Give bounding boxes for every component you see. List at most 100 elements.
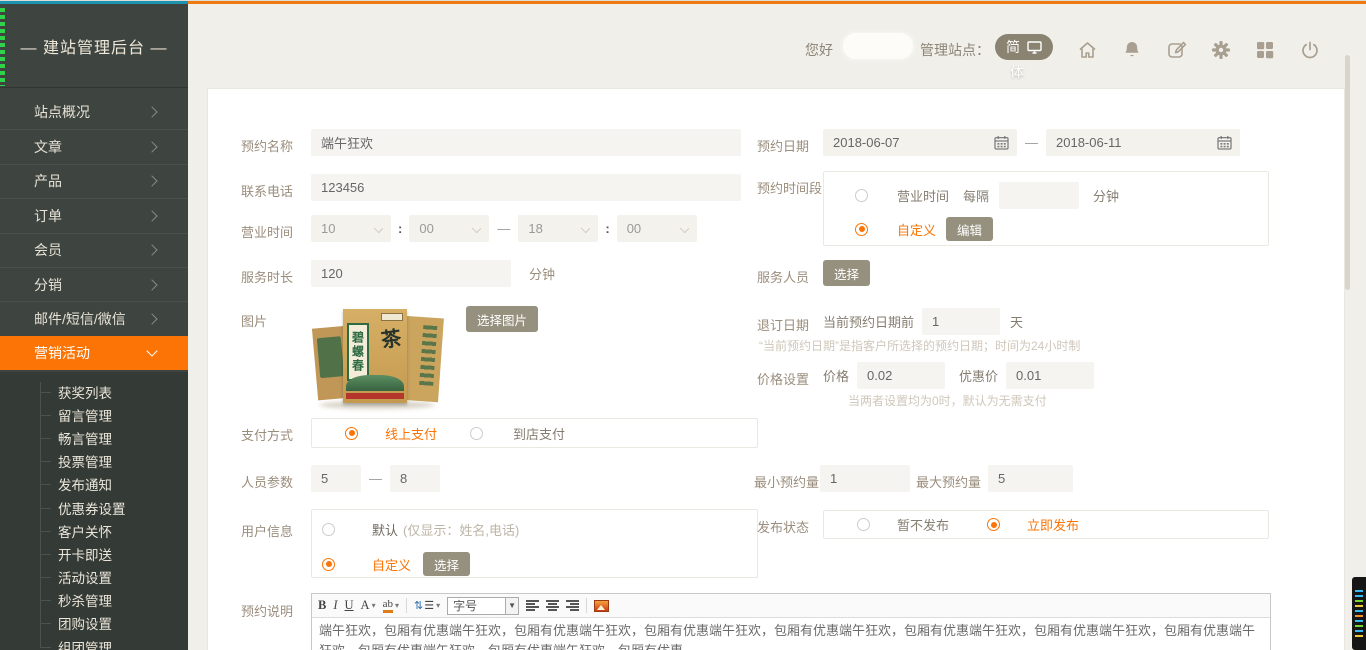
min-booking-input[interactable] [820,465,910,492]
submenu-item-vote-mgmt[interactable]: 投票管理 [0,450,188,473]
from-hour-select[interactable]: 10 [311,215,391,242]
to-minute-select[interactable]: 00 [617,215,697,242]
underline-button[interactable]: U [345,598,354,613]
language-switch-pill[interactable]: 简 [995,34,1053,60]
editor-content[interactable]: 端午狂欢，包厢有优惠端午狂欢，包厢有优惠端午狂欢，包厢有优惠端午狂欢，包厢有优惠… [312,618,1270,650]
slot-edit-button[interactable]: 编辑 [946,217,993,241]
people-max-input[interactable] [390,465,440,492]
choose-image-button[interactable]: 选择图片 [466,306,538,332]
slot-business-label[interactable]: 营业时间 [897,186,949,205]
chevron-right-icon [146,210,157,221]
sidebar-item-site-overview[interactable]: 站点概况 [0,95,188,129]
user-default-radio[interactable] [322,523,335,536]
calendar-icon [1217,135,1232,150]
publish-now-radio[interactable] [987,518,1000,531]
pay-online-label[interactable]: 线上支付 [385,424,437,443]
interval-input[interactable] [999,182,1079,209]
sidebar-submenu: 获奖列表 留言管理 畅言管理 投票管理 发布通知 优惠券设置 客户关怀 开卡即送… [0,372,188,650]
tea-box-name-text: 碧螺春 [347,323,369,381]
user-info-default-row: 默认 (仅显示：姓名,电话) [322,520,519,539]
home-icon[interactable] [1074,37,1100,63]
publish-later-label[interactable]: 暂不发布 [897,515,949,534]
compose-icon[interactable] [1164,37,1190,63]
submenu-item-label: 获奖列表 [58,382,112,402]
payment-label: 支付方式 [241,425,293,444]
italic-button[interactable]: I [333,598,337,613]
pay-instore-radio[interactable] [470,427,483,440]
line-height-button[interactable]: ⇅☰▾ [414,599,440,612]
gear-icon[interactable] [1208,37,1234,63]
highlight-button[interactable]: ab▾ [383,599,399,613]
insert-image-button[interactable] [594,600,609,612]
sidebar-item-members[interactable]: 会员 [0,233,188,267]
sidebar-item-articles[interactable]: 文章 [0,129,188,163]
people-min-input[interactable] [311,465,361,492]
cancel-days-input[interactable] [922,308,1000,335]
publish-later-radio[interactable] [857,518,870,531]
font-size-select[interactable]: 字号▼ [447,597,519,615]
booking-name-input[interactable] [311,129,741,156]
user-custom-radio[interactable] [322,558,335,571]
font-color-button[interactable]: A▾ [361,598,376,613]
description-label: 预约说明 [241,601,293,620]
from-minute-select[interactable]: 00 [409,215,489,242]
submenu-item-groupteam-mgmt[interactable]: 组团管理 [0,635,188,650]
submenu-item-coupon-settings[interactable]: 优惠券设置 [0,496,188,519]
slot-custom-label[interactable]: 自定义 [897,220,936,239]
user-custom-label[interactable]: 自定义 [372,555,411,574]
contact-phone-input[interactable] [311,174,741,201]
bell-icon[interactable] [1119,37,1145,63]
floating-extension-widget[interactable] [1352,577,1366,650]
monitor-icon [1027,41,1042,54]
service-duration-input[interactable] [311,260,511,287]
tea-box-hills-art [346,375,404,391]
booking-form-card: 预约名称 联系电话 营业时间 10 : 00 — 18 : 00 服务时长 分钟… [207,88,1345,650]
chevron-down-icon [679,224,688,233]
align-left-button[interactable] [526,600,539,611]
sidebar-item-marketing[interactable]: 营销活动 [0,336,188,370]
date-to-input[interactable]: 2018-06-11 [1046,129,1240,156]
pay-online-radio[interactable] [345,427,358,440]
time-slot-box: 营业时间 每隔 分钟 自定义 编辑 [823,171,1269,246]
discount-input[interactable] [1006,362,1094,389]
apps-grid-icon[interactable] [1252,37,1278,63]
date-from-input[interactable]: 2018-06-07 [823,129,1017,156]
to-hour-select[interactable]: 18 [518,215,598,242]
user-default-label[interactable]: 默认 [372,520,398,539]
app-logo: — 建站管理后台 — [0,4,188,88]
submenu-item-comment-mgmt[interactable]: 畅言管理 [0,426,188,449]
sidebar-item-orders[interactable]: 订单 [0,198,188,232]
publish-status-label: 发布状态 [757,517,809,536]
submenu-item-message-mgmt[interactable]: 留言管理 [0,403,188,426]
submenu-item-card-gift[interactable]: 开卡即送 [0,542,188,565]
user-info-box: 默认 (仅显示：姓名,电话) 自定义 选择 [311,509,758,578]
pay-instore-label[interactable]: 到店支付 [513,424,565,443]
picture-label: 图片 [241,311,267,330]
submenu-item-publish-notice[interactable]: 发布通知 [0,473,188,496]
user-choose-button[interactable]: 选择 [423,552,470,576]
slot-custom-radio[interactable] [855,223,868,236]
slot-business-radio[interactable] [855,189,868,202]
user-default-note: (仅显示：姓名,电话) [403,520,519,539]
submenu-item-customer-care[interactable]: 客户关怀 [0,519,188,542]
bold-button[interactable]: B [318,598,326,613]
power-icon[interactable] [1297,37,1323,63]
price-input[interactable] [857,362,945,389]
align-center-button[interactable] [546,600,559,611]
redacted-username [843,33,913,59]
submenu-item-awards-list[interactable]: 获奖列表 [0,380,188,403]
tea-box-brush-text: 茶 [379,322,403,354]
submenu-item-groupbuy-settings[interactable]: 团购设置 [0,612,188,635]
staff-choose-button[interactable]: 选择 [823,260,870,286]
range-dash: — [1025,135,1038,150]
submenu-item-activity-settings[interactable]: 活动设置 [0,566,188,589]
max-booking-input[interactable] [988,465,1073,492]
align-right-button[interactable] [566,600,579,611]
publish-now-label[interactable]: 立即发布 [1027,515,1079,534]
sidebar-item-distribution[interactable]: 分销 [0,267,188,301]
submenu-item-seckill-mgmt[interactable]: 秒杀管理 [0,589,188,612]
sidebar-item-mail-sms-wechat[interactable]: 邮件/短信/微信 [0,301,188,335]
vertical-scrollbar-thumb[interactable] [1345,55,1350,290]
cancel-date-prefix: 当前预约日期前 [823,312,914,331]
sidebar-item-products[interactable]: 产品 [0,164,188,198]
